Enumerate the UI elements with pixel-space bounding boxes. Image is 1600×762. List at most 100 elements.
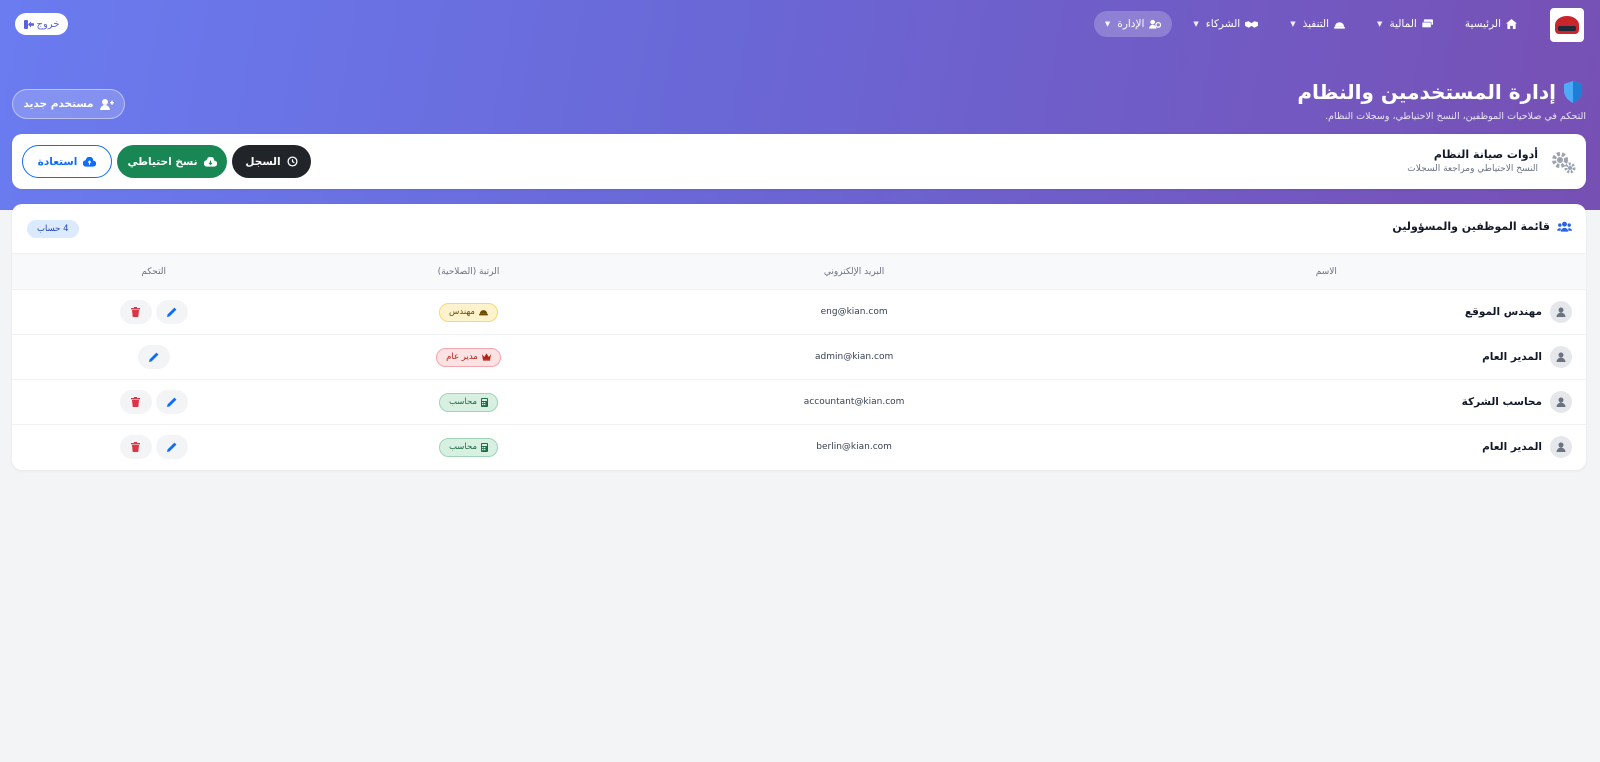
nav-item-admin[interactable]: الإدارة ▼	[1093, 11, 1173, 37]
user-name: المدير العام	[1482, 441, 1542, 454]
maintenance-tools-card: أدوات صيانة النظام النسخ الاحتياطي ومراج…	[12, 134, 1586, 189]
column-header-role: الرتبة (الصلاحية)	[437, 266, 500, 277]
edit-button[interactable]	[137, 345, 170, 369]
role-badge: محاسب	[438, 437, 499, 457]
sign-out-icon	[23, 19, 34, 29]
role-badge: محاسب	[438, 392, 499, 412]
restore-label: استعادة	[37, 155, 78, 168]
table-row: مهندس الموقع eng@kian.com مهندس	[12, 290, 1586, 335]
tools-subtitle: النسخ الاحتياطي ومراجعة السجلات	[1407, 164, 1538, 174]
role-badge: مهندس	[439, 302, 498, 322]
trash-icon	[131, 307, 141, 317]
chevron-down-icon: ▼	[1104, 20, 1111, 28]
nav-item-execution[interactable]: التنفيذ ▼	[1279, 11, 1356, 37]
delete-button[interactable]	[119, 300, 152, 324]
nav-item-label: التنفيذ	[1302, 18, 1330, 30]
handshake-icon	[1245, 20, 1259, 28]
new-user-label: مستخدم جديد	[23, 98, 94, 110]
edit-button[interactable]	[155, 390, 188, 414]
role-label: محاسب	[448, 442, 478, 453]
logout-button[interactable]: خروج	[15, 13, 68, 35]
role-label: مهندس	[449, 307, 475, 317]
table-row: المدير العام admin@kian.com مدير عام	[12, 335, 1586, 380]
nav-item-finance[interactable]: المالية ▼	[1366, 11, 1444, 37]
home-icon	[1506, 19, 1517, 29]
user-email: eng@kian.com	[820, 307, 888, 317]
nav-item-label: الرئيسية	[1464, 18, 1501, 30]
table-row: المدير العام berlin@kian.com محاسب	[12, 425, 1586, 470]
nav-item-home[interactable]: الرئيسية	[1454, 11, 1528, 37]
cloud-download-icon	[203, 156, 217, 167]
user-icon	[1556, 352, 1566, 362]
page-title: إدارة المستخدمين والنظام	[1297, 80, 1582, 104]
money-icon	[1421, 19, 1433, 29]
calculator-icon	[481, 442, 489, 452]
row-actions	[119, 390, 188, 414]
role-badge: مدير عام	[436, 347, 501, 367]
chevron-down-icon: ▼	[1193, 20, 1199, 28]
brand-logo[interactable]	[1550, 8, 1584, 42]
column-header-name: الاسم	[1315, 266, 1337, 277]
users-list-header: قائمة الموظفين والمسؤولين 4 حساب	[12, 204, 1586, 253]
avatar	[1550, 346, 1572, 368]
account-count-badge: 4 حساب	[27, 220, 79, 238]
row-actions	[119, 435, 188, 460]
column-header-email: البريد الإلكتروني	[823, 266, 885, 277]
log-button[interactable]: السجل	[232, 145, 311, 178]
nav-item-label: الشركاء	[1205, 18, 1241, 30]
chevron-down-icon: ▼	[1377, 20, 1383, 28]
user-icon	[1556, 307, 1566, 317]
users-list-card: قائمة الموظفين والمسؤولين 4 حساب الاسم ا…	[12, 204, 1586, 470]
row-actions	[137, 345, 170, 369]
user-name: محاسب الشركة	[1461, 396, 1542, 408]
gears-icon	[1552, 152, 1576, 174]
nav-item-label: المالية	[1389, 18, 1417, 30]
pencil-icon	[166, 307, 177, 317]
delete-button[interactable]	[119, 390, 152, 414]
row-actions	[119, 300, 188, 324]
user-email: berlin@kian.com	[816, 442, 892, 453]
users-list-title: قائمة الموظفين والمسؤولين	[1392, 220, 1572, 233]
new-user-button[interactable]: مستخدم جديد	[12, 89, 125, 119]
edit-button[interactable]	[155, 435, 188, 460]
backup-label: نسخ احتياطي	[127, 155, 198, 168]
page-subtitle: التحكم في صلاحيات الموظفين، النسخ الاحتي…	[1325, 111, 1586, 122]
edit-button[interactable]	[155, 300, 188, 324]
users-gear-icon	[1149, 19, 1162, 29]
avatar	[1550, 391, 1572, 413]
user-email: accountant@kian.com	[803, 397, 905, 407]
restore-button[interactable]: استعادة	[22, 145, 112, 178]
user-icon	[1556, 397, 1566, 407]
top-navbar: الرئيسية المالية ▼ التنفيذ ▼ الشركاء ▼ ا…	[0, 0, 1600, 48]
backup-button[interactable]: نسخ احتياطي	[117, 145, 227, 178]
table-row: محاسب الشركة accountant@kian.com محاسب	[12, 380, 1586, 425]
users-list-title-text: قائمة الموظفين والمسؤولين	[1392, 220, 1550, 233]
logout-label: خروج	[36, 18, 60, 30]
users-icon	[1557, 221, 1572, 232]
helmet-icon	[478, 310, 488, 316]
logo-icon	[1555, 16, 1579, 34]
pencil-icon	[148, 352, 159, 362]
pencil-icon	[166, 442, 177, 453]
avatar	[1550, 301, 1572, 323]
role-label: مدير عام	[446, 352, 478, 362]
nav-item-partners[interactable]: الشركاء ▼	[1182, 11, 1269, 37]
avatar	[1550, 436, 1572, 459]
shield-icon	[1564, 81, 1582, 103]
history-icon	[287, 156, 298, 167]
cloud-upload-icon	[83, 156, 97, 167]
tools-title: أدوات صيانة النظام	[1433, 148, 1538, 161]
column-header-actions: التحكم	[141, 266, 167, 277]
user-name: مهندس الموقع	[1464, 306, 1542, 318]
delete-button[interactable]	[119, 435, 152, 460]
users-table: الاسم البريد الإلكتروني الرتبة (الصلاحية…	[12, 253, 1586, 470]
helmet-icon	[1334, 21, 1346, 29]
user-plus-icon	[99, 98, 114, 110]
nav-menu: الرئيسية المالية ▼ التنفيذ ▼ الشركاء ▼ ا…	[1093, 11, 1528, 37]
user-email: admin@kian.com	[815, 352, 894, 362]
nav-item-label: الإدارة	[1117, 18, 1145, 30]
trash-icon	[131, 397, 141, 407]
pencil-icon	[166, 397, 177, 407]
role-label: محاسب	[448, 397, 478, 407]
calculator-icon	[481, 397, 489, 407]
